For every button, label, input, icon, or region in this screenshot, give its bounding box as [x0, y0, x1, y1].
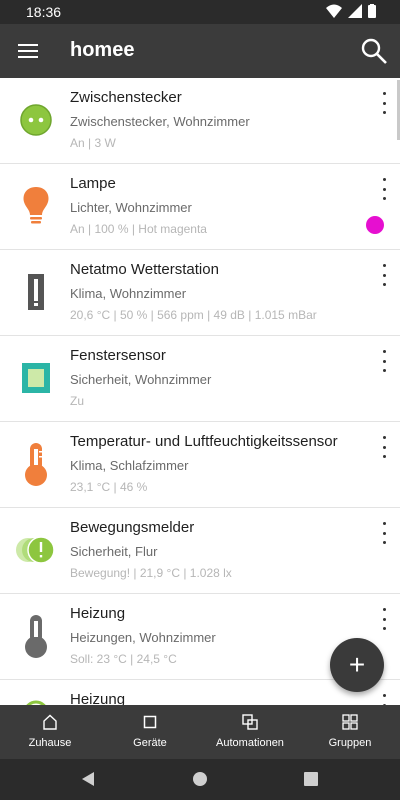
status-icons — [326, 4, 376, 18]
device-state: An | 100 % | Hot magenta — [70, 222, 207, 236]
search-icon[interactable] — [360, 37, 388, 65]
device-state: 23,1 °C | 46 % — [70, 480, 148, 494]
more-options-icon[interactable] — [378, 350, 390, 372]
plug-icon — [14, 96, 58, 144]
device-row-fenstersensor[interactable]: Fenstersensor Sicherheit, Wohnzimmer Zu — [0, 336, 400, 422]
groups-icon — [342, 714, 358, 730]
app-bar: homee — [0, 24, 400, 78]
heating-icon — [14, 612, 58, 660]
back-icon[interactable] — [80, 771, 96, 787]
device-subtitle: Klima, Wohnzimmer — [70, 286, 187, 301]
bottom-navigation: Zuhause Geräte Automationen Gruppen — [0, 705, 400, 759]
device-list: Zwischenstecker Zwischenstecker, Wohnzim… — [0, 78, 400, 705]
nav-item-zuhause[interactable]: Zuhause — [12, 705, 88, 759]
device-name: Lampe — [70, 175, 116, 192]
system-navigation-bar — [0, 759, 400, 800]
device-name: Temperatur- und Luftfeuchtigkeitssensor — [70, 433, 338, 450]
device-state: An | 3 W — [70, 136, 116, 150]
signal-icon — [348, 4, 362, 18]
more-options-icon[interactable] — [378, 264, 390, 286]
recents-icon[interactable] — [303, 771, 319, 787]
motion-sensor-icon — [14, 526, 58, 574]
nav-item-automationen[interactable]: Automationen — [206, 705, 294, 759]
device-row-lampe[interactable]: Lampe Lichter, Wohnzimmer An | 100 % | H… — [0, 164, 400, 250]
weather-station-icon — [14, 268, 58, 316]
status-time: 18:36 — [26, 4, 62, 20]
light-color-swatch[interactable] — [366, 216, 384, 234]
status-bar: 18:36 — [0, 0, 400, 24]
device-row-bewegungsmelder[interactable]: Bewegungsmelder Sicherheit, Flur Bewegun… — [0, 508, 400, 594]
devices-icon — [143, 715, 157, 729]
more-options-icon[interactable] — [378, 178, 390, 200]
device-state: Soll: 23 °C | 24,5 °C — [70, 652, 177, 666]
device-name: Zwischenstecker — [70, 89, 182, 106]
window-sensor-icon — [14, 354, 58, 402]
automations-icon — [242, 714, 258, 730]
more-options-icon[interactable] — [378, 608, 390, 630]
heating-icon — [14, 698, 58, 705]
nav-label: Automationen — [216, 737, 284, 749]
device-name: Heizung — [70, 691, 126, 705]
device-subtitle: Lichter, Wohnzimmer — [70, 200, 192, 215]
more-options-icon[interactable] — [378, 694, 390, 705]
app-title: homee — [70, 39, 135, 61]
device-name: Bewegungsmelder — [70, 519, 195, 536]
device-subtitle: Heizungen, Wohnzimmer — [70, 630, 216, 645]
nav-item-geraete[interactable]: Geräte — [112, 705, 188, 759]
bulb-icon — [14, 182, 58, 230]
device-row-netatmo-wetterstation[interactable]: Netatmo Wetterstation Klima, Wohnzimmer … — [0, 250, 400, 336]
nav-item-gruppen[interactable]: Gruppen — [312, 705, 388, 759]
nav-label: Gruppen — [328, 737, 372, 749]
device-name: Netatmo Wetterstation — [70, 261, 219, 278]
more-options-icon[interactable] — [378, 522, 390, 544]
home-circle-icon[interactable] — [192, 771, 208, 787]
device-state: Zu — [70, 394, 85, 408]
nav-label: Geräte — [133, 737, 167, 749]
device-subtitle: Klima, Schlafzimmer — [70, 458, 189, 473]
nav-label: Zuhause — [28, 737, 72, 749]
device-row-temperatursensor[interactable]: Temperatur- und Luftfeuchtigkeitssensor … — [0, 422, 400, 508]
more-options-icon[interactable] — [378, 92, 390, 114]
more-options-icon[interactable] — [378, 436, 390, 458]
device-row-zwischenstecker[interactable]: Zwischenstecker Zwischenstecker, Wohnzim… — [0, 78, 400, 164]
wifi-icon — [326, 4, 342, 18]
add-device-button[interactable]: + — [330, 638, 384, 692]
home-icon — [43, 714, 57, 730]
device-name: Fenstersensor — [70, 347, 166, 364]
battery-icon — [368, 4, 376, 18]
thermometer-icon — [14, 440, 58, 488]
device-state: 20,6 °C | 50 % | 566 ppm | 49 dB | 1.015… — [70, 308, 317, 322]
device-subtitle: Sicherheit, Flur — [70, 544, 158, 559]
device-subtitle: Sicherheit, Wohnzimmer — [70, 372, 212, 387]
device-subtitle: Zwischenstecker, Wohnzimmer — [70, 114, 250, 129]
device-name: Heizung — [70, 605, 126, 622]
hamburger-menu-icon[interactable] — [16, 39, 40, 63]
device-state: Bewegung! | 21,9 °C | 1.028 lx — [70, 566, 232, 580]
